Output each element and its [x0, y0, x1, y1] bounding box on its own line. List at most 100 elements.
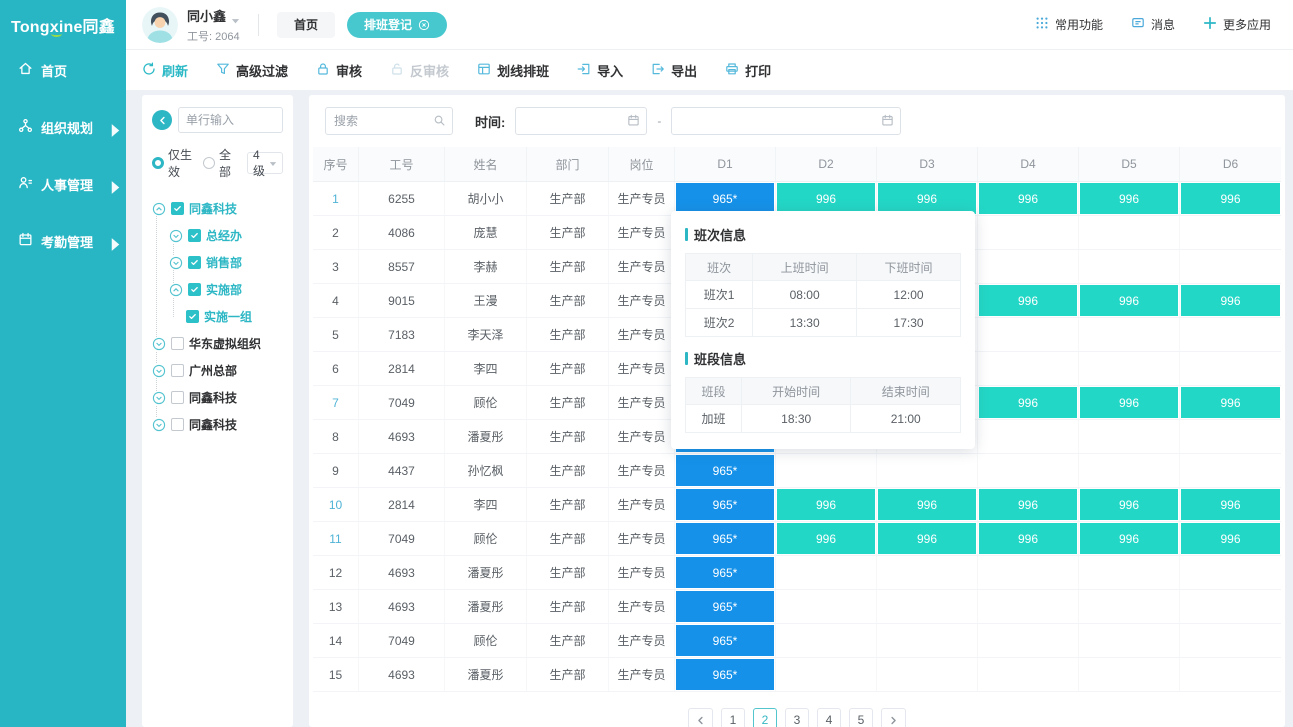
- chevron-up-circle-icon[interactable]: [152, 202, 166, 216]
- day-cell-d4[interactable]: [978, 556, 1079, 589]
- radio-selected[interactable]: [152, 157, 164, 169]
- day-cell-d5[interactable]: 996: [1079, 182, 1180, 215]
- day-cell-d6[interactable]: [1180, 318, 1281, 351]
- day-cell-d5[interactable]: 996: [1079, 522, 1180, 555]
- day-cell-d6[interactable]: 996: [1180, 182, 1281, 215]
- shift-cell-teal[interactable]: 996: [1080, 523, 1178, 554]
- checkbox-checked[interactable]: [171, 202, 184, 215]
- row-number-cell[interactable]: 7: [313, 386, 359, 419]
- shift-cell-blue[interactable]: 965*: [676, 183, 774, 214]
- level-select[interactable]: 4级: [247, 152, 283, 174]
- topbar-action-messages[interactable]: 消息: [1131, 16, 1175, 33]
- day-cell-d2[interactable]: [776, 590, 877, 623]
- day-cell-d4[interactable]: 996: [978, 182, 1079, 215]
- tree-node[interactable]: 销售部: [152, 249, 283, 276]
- row-number-cell[interactable]: 5: [313, 318, 359, 351]
- day-cell-d5[interactable]: [1079, 250, 1180, 283]
- day-cell-d6[interactable]: 996: [1180, 488, 1281, 521]
- shift-cell-teal[interactable]: 996: [878, 183, 976, 214]
- shift-cell-teal[interactable]: 996: [777, 489, 875, 520]
- row-number-cell[interactable]: 4: [313, 284, 359, 317]
- tree-search-input[interactable]: [178, 107, 283, 133]
- day-cell-d2[interactable]: [776, 658, 877, 691]
- chevron-down-circle-icon[interactable]: [152, 418, 166, 432]
- shift-cell-teal[interactable]: 996: [1080, 489, 1178, 520]
- shift-cell-blue[interactable]: 965*: [676, 455, 774, 486]
- tab-shift-registration[interactable]: 排班登记: [347, 12, 447, 38]
- tab-home[interactable]: 首页: [277, 12, 335, 38]
- tree-node[interactable]: 总经办: [152, 222, 283, 249]
- pagination-page-5[interactable]: 5: [849, 708, 873, 727]
- day-cell-d4[interactable]: [978, 454, 1079, 487]
- day-cell-d4[interactable]: [978, 590, 1079, 623]
- toolbar-button-line-scheduling[interactable]: 划线排班: [477, 61, 549, 80]
- pagination-page-4[interactable]: 4: [817, 708, 841, 727]
- day-cell-d4[interactable]: [978, 216, 1079, 249]
- pagination-prev-button[interactable]: [688, 708, 713, 727]
- topbar-action-more-apps[interactable]: 更多应用: [1203, 16, 1271, 33]
- tree-node[interactable]: 华东虚拟组织: [152, 330, 283, 357]
- date-to-input[interactable]: [671, 107, 901, 135]
- day-cell-d3[interactable]: 996: [877, 522, 978, 555]
- day-cell-d4[interactable]: 996: [978, 284, 1079, 317]
- chevron-down-circle-icon[interactable]: [152, 337, 166, 351]
- shift-cell-blue[interactable]: 965*: [676, 489, 774, 520]
- day-cell-d5[interactable]: 996: [1079, 488, 1180, 521]
- day-cell-d3[interactable]: [877, 658, 978, 691]
- day-cell-d5[interactable]: [1079, 352, 1180, 385]
- shift-cell-blue[interactable]: 965*: [676, 591, 774, 622]
- shift-cell-teal[interactable]: 996: [979, 183, 1077, 214]
- shift-cell-teal[interactable]: 996: [1080, 183, 1178, 214]
- checkbox-checked[interactable]: [186, 310, 199, 323]
- shift-cell-teal[interactable]: 996: [777, 523, 875, 554]
- close-icon[interactable]: [418, 19, 430, 31]
- pagination-next-button[interactable]: [881, 708, 906, 727]
- collapse-panel-button[interactable]: [152, 110, 172, 130]
- day-cell-d1[interactable]: 965*: [675, 556, 776, 589]
- shift-cell-teal[interactable]: 996: [1080, 387, 1178, 418]
- shift-cell-teal[interactable]: 996: [979, 285, 1077, 316]
- day-cell-d4[interactable]: [978, 250, 1079, 283]
- tree-node[interactable]: 同鑫科技: [152, 195, 283, 222]
- shift-cell-teal[interactable]: 996: [878, 523, 976, 554]
- user-name-row[interactable]: 同小鑫: [187, 6, 240, 25]
- row-number-cell[interactable]: 9: [313, 454, 359, 487]
- radio-option-label[interactable]: 全部: [219, 146, 237, 180]
- tree-node[interactable]: 实施一组: [152, 303, 283, 330]
- day-cell-d5[interactable]: [1079, 624, 1180, 657]
- day-cell-d2[interactable]: [776, 454, 877, 487]
- day-cell-d1[interactable]: 965*: [675, 624, 776, 657]
- day-cell-d2[interactable]: [776, 556, 877, 589]
- tree-node[interactable]: 广州总部: [152, 357, 283, 384]
- row-number-cell[interactable]: 13: [313, 590, 359, 623]
- day-cell-d5[interactable]: [1079, 454, 1180, 487]
- day-cell-d4[interactable]: 996: [978, 488, 1079, 521]
- day-cell-d1[interactable]: 965*: [675, 658, 776, 691]
- checkbox-unchecked[interactable]: [171, 337, 184, 350]
- day-cell-d1[interactable]: 965*: [675, 522, 776, 555]
- sidebar-item-hr-management[interactable]: 人事管理: [0, 164, 126, 204]
- tree-node[interactable]: 同鑫科技: [152, 384, 283, 411]
- day-cell-d5[interactable]: [1079, 658, 1180, 691]
- day-cell-d4[interactable]: [978, 318, 1079, 351]
- shift-cell-teal[interactable]: 996: [1080, 285, 1178, 316]
- shift-cell-blue[interactable]: 965*: [676, 523, 774, 554]
- row-number-cell[interactable]: 8: [313, 420, 359, 453]
- shift-cell-teal[interactable]: 996: [1181, 387, 1280, 418]
- day-cell-d6[interactable]: [1180, 556, 1281, 589]
- day-cell-d6[interactable]: 996: [1180, 386, 1281, 419]
- chevron-down-circle-icon[interactable]: [169, 229, 183, 243]
- day-cell-d4[interactable]: [978, 352, 1079, 385]
- day-cell-d6[interactable]: [1180, 454, 1281, 487]
- toolbar-button-print[interactable]: 打印: [725, 61, 771, 80]
- sidebar-item-home[interactable]: 首页: [0, 50, 126, 90]
- day-cell-d3[interactable]: [877, 590, 978, 623]
- day-cell-d3[interactable]: [877, 624, 978, 657]
- toolbar-button-export[interactable]: 导出: [651, 61, 697, 80]
- day-cell-d5[interactable]: [1079, 590, 1180, 623]
- sidebar-item-attendance-management[interactable]: 考勤管理: [0, 221, 126, 261]
- toolbar-button-import[interactable]: 导入: [577, 61, 623, 80]
- shift-cell-teal[interactable]: 996: [979, 489, 1077, 520]
- pagination-page-2[interactable]: 2: [753, 708, 777, 727]
- day-cell-d4[interactable]: [978, 658, 1079, 691]
